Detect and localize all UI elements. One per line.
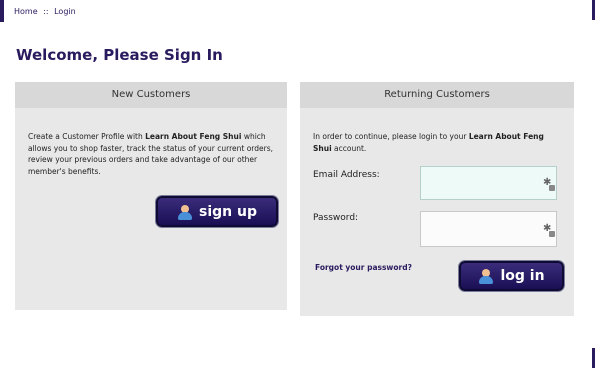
- forgot-password-link[interactable]: Forgot your password?: [315, 263, 412, 272]
- key-icon: ✱: [543, 223, 557, 239]
- breadcrumb-home[interactable]: Home: [14, 7, 38, 16]
- left-edge-decoration: [0, 0, 4, 22]
- user-icon: [478, 268, 494, 284]
- page-title: Welcome, Please Sign In: [16, 46, 223, 64]
- new-customers-store-name: Learn About Feng Shui: [145, 132, 242, 141]
- returning-desc-text2: account.: [331, 143, 367, 153]
- user-icon: [177, 204, 193, 220]
- email-field[interactable]: [420, 166, 557, 200]
- returning-desc-text1: In order to continue, please login to yo…: [313, 132, 469, 141]
- new-customers-desc-text1: Create a Customer Profile with: [28, 132, 146, 141]
- breadcrumb-separator: ::: [43, 7, 49, 16]
- password-label: Password:: [313, 213, 359, 223]
- returning-customers-heading: Returning Customers: [300, 82, 574, 108]
- sign-up-button[interactable]: sign up: [156, 196, 278, 227]
- email-label: Email Address:: [313, 170, 380, 180]
- log-in-button[interactable]: log in: [459, 261, 564, 291]
- breadcrumb: Home :: Login: [14, 7, 79, 16]
- new-customers-description: Create a Customer Profile with Learn Abo…: [28, 131, 280, 177]
- log-in-label: log in: [500, 268, 545, 284]
- breadcrumb-current: Login: [54, 7, 76, 16]
- key-icon: ✱: [543, 177, 557, 193]
- password-field[interactable]: [420, 211, 557, 247]
- sign-up-label: sign up: [199, 203, 257, 220]
- returning-customers-description: In order to continue, please login to yo…: [313, 131, 565, 154]
- new-customers-heading: New Customers: [15, 82, 287, 108]
